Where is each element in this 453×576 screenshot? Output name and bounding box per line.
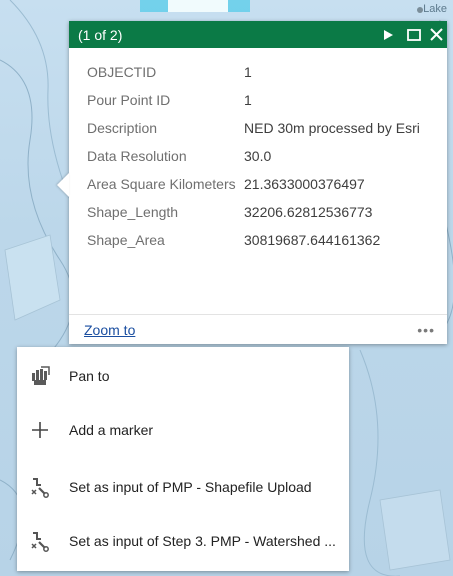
- attribute-key: Data Resolution: [87, 148, 187, 164]
- more-options-button[interactable]: •••: [417, 323, 435, 337]
- close-icon: [429, 28, 443, 41]
- attribute-value: 1: [244, 64, 252, 80]
- action-label: Set as input of Step 3. PMP - Watershed …: [69, 533, 336, 549]
- popup-action-menu: Pan to Add a marker Set as input of PMP …: [17, 347, 349, 571]
- attribute-row: Shape_Length 32206.62812536773: [87, 204, 437, 232]
- geoprocessing-icon: [28, 529, 52, 553]
- action-label: Add a marker: [69, 422, 154, 438]
- action-add-marker[interactable]: Add a marker: [17, 408, 349, 452]
- attribute-value: 30.0: [244, 148, 272, 164]
- popup-counter: (1 of 2): [78, 26, 123, 43]
- attribute-row: Description NED 30m processed by Esri: [87, 120, 437, 148]
- feature-popup: (1 of 2) OBJECTID 1 Pour Point ID 1 Desc…: [57, 21, 447, 344]
- attribute-row: Pour Point ID 1: [87, 92, 437, 120]
- action-label: Pan to: [69, 368, 110, 384]
- map-place-label: Lake: [423, 3, 447, 15]
- attribute-key: Description: [87, 120, 158, 136]
- action-label: Set as input of PMP - Shapefile Upload: [69, 479, 312, 495]
- zoom-to-link[interactable]: Zoom to: [84, 322, 135, 338]
- attribute-value: 32206.62812536773: [244, 204, 373, 220]
- attribute-row: OBJECTID 1: [87, 64, 437, 92]
- action-set-input-watershed[interactable]: Set as input of Step 3. PMP - Watershed …: [17, 519, 349, 563]
- next-feature-button[interactable]: [377, 21, 399, 48]
- action-set-input-shapefile-upload[interactable]: Set as input of PMP - Shapefile Upload: [17, 465, 349, 509]
- attribute-key: Pour Point ID: [87, 92, 171, 108]
- attribute-value: NED 30m processed by Esri: [244, 120, 420, 136]
- geoprocessing-icon: [28, 475, 52, 499]
- attribute-value: 1: [244, 92, 252, 108]
- attribute-value: 21.3633000376497: [244, 176, 365, 192]
- attribute-table: OBJECTID 1 Pour Point ID 1 Description N…: [87, 64, 437, 260]
- play-next-icon: [384, 29, 393, 40]
- popup-pointer: [57, 173, 69, 197]
- pan-hand-icon: [28, 364, 52, 388]
- attribute-value: 30819687.644161362: [244, 232, 381, 248]
- attribute-row: Area Square Kilometers 21.3633000376497: [87, 176, 437, 204]
- attribute-row: Shape_Area 30819687.644161362: [87, 232, 437, 260]
- attribute-key: OBJECTID: [87, 64, 157, 80]
- action-pan-to[interactable]: Pan to: [17, 354, 349, 398]
- maximize-button[interactable]: [403, 21, 425, 48]
- attribute-key: Shape_Length: [87, 204, 179, 220]
- attribute-key: Area Square Kilometers: [87, 176, 236, 192]
- attribute-row: Data Resolution 30.0: [87, 148, 437, 176]
- maximize-icon: [407, 28, 421, 41]
- attribute-key: Shape_Area: [87, 232, 165, 248]
- popup-header: (1 of 2): [69, 21, 447, 48]
- plus-icon: [28, 418, 52, 442]
- popup-footer: Zoom to •••: [69, 314, 447, 344]
- close-button[interactable]: [425, 21, 447, 48]
